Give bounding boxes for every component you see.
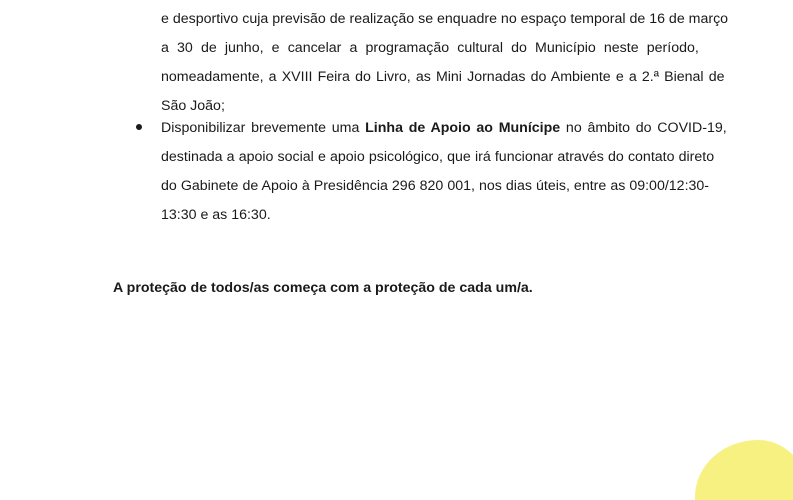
paragraph-line: do Gabinete de Apoio à Presidência 296 8… (161, 178, 710, 194)
paragraph-cancellation-continuation: e desportivo cuja previsão de realização… (161, 5, 729, 121)
closing-statement: A proteção de todos/as começa com a prot… (113, 280, 533, 296)
document-page: e desportivo cuja previsão de realização… (0, 0, 793, 500)
logo-fragment (695, 440, 793, 500)
bullet-item-helpline: Disponibilizar brevemente uma Linha de A… (161, 114, 727, 230)
bullet-prefix: Disponibilizar brevemente uma (161, 120, 366, 136)
bullet-suffix: no âmbito do COVID-19, (560, 120, 727, 136)
bullet-point-icon (136, 124, 142, 130)
helpline-name: Linha de Apoio ao Munícipe (365, 120, 561, 136)
paragraph-line: 13:30 e as 16:30. (161, 207, 271, 223)
paragraph-line: destinada a apoio social e apoio psicoló… (161, 149, 715, 165)
paragraph-line: e desportivo cuja previsão de realização… (161, 11, 729, 27)
paragraph-line: nomeadamente, a XVIII Feira do Livro, as… (161, 69, 725, 85)
paragraph-line: a 30 de junho, e cancelar a programação … (161, 40, 699, 56)
bullet-line-first: Disponibilizar brevemente uma Linha de A… (161, 114, 727, 143)
